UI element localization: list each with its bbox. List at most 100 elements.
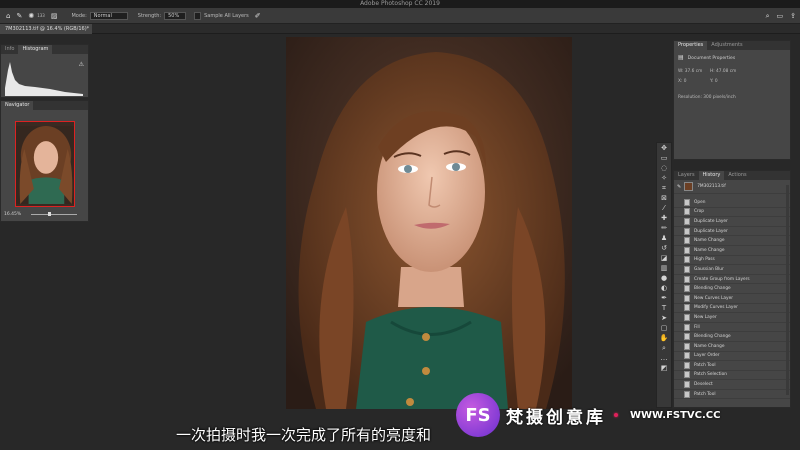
history-item[interactable]: New Layer xyxy=(674,313,790,323)
tab-info[interactable]: Info xyxy=(1,45,18,54)
zoom-slider-thumb[interactable] xyxy=(48,212,51,216)
search-icon[interactable]: ⌕ xyxy=(766,12,770,20)
history-item[interactable]: Open xyxy=(674,198,790,208)
history-step-icon xyxy=(684,361,690,369)
clone-stamp-icon[interactable]: ♟ xyxy=(657,233,671,243)
tab-properties[interactable]: Properties xyxy=(674,41,708,50)
history-item-label: Fill xyxy=(694,324,700,330)
home-icon[interactable]: ⌂ xyxy=(6,12,10,20)
history-item-label: Blending Change xyxy=(694,334,731,340)
frame-tool-icon[interactable]: ⊠ xyxy=(657,193,671,203)
snapshot-thumbnail xyxy=(684,182,694,191)
history-step-icon xyxy=(684,381,690,389)
mode-label: Mode: xyxy=(71,12,87,19)
history-item[interactable]: Patch Tool xyxy=(674,361,790,371)
histogram-panel: Info Histogram ⚠ xyxy=(0,44,89,98)
move-tool-icon[interactable]: ✥ xyxy=(657,143,671,153)
brush-preset-icon[interactable]: ✺ xyxy=(28,12,34,20)
history-item[interactable]: Blending Change xyxy=(674,332,790,342)
share-icon[interactable]: ⇪ xyxy=(790,12,796,20)
type-tool-icon[interactable]: T xyxy=(657,303,671,313)
quick-select-icon[interactable]: ✧ xyxy=(657,173,671,183)
navigator-thumbnail[interactable] xyxy=(15,121,75,207)
pressure-icon[interactable]: ✐ xyxy=(255,12,261,20)
history-item[interactable]: Modify Curves Layer xyxy=(674,304,790,314)
title-bar: Adobe Photoshop CC 2019 xyxy=(0,0,800,8)
history-item-label: Crop xyxy=(694,209,705,215)
history-item[interactable]: Duplicate Layer xyxy=(674,217,790,227)
watermark-dot xyxy=(614,413,618,417)
history-item[interactable]: Gaussian Blur xyxy=(674,265,790,275)
pen-tool-icon[interactable]: ✒ xyxy=(657,293,671,303)
document-tab[interactable]: 7M302113.tif @ 16.4% (RGB/16)* xyxy=(0,24,92,34)
tab-histogram[interactable]: Histogram xyxy=(18,45,53,54)
history-step-icon xyxy=(684,198,690,206)
history-item[interactable]: Patch Selection xyxy=(674,371,790,381)
workspace-icon[interactable]: ▭ xyxy=(777,12,784,20)
history-item[interactable]: Name Change xyxy=(674,246,790,256)
eyedropper-icon[interactable]: ⁄ xyxy=(657,203,671,213)
navigator-zoom[interactable]: 16.45% xyxy=(4,212,21,217)
dodge-tool-icon[interactable]: ◐ xyxy=(657,283,671,293)
tab-layers[interactable]: Layers xyxy=(674,171,699,180)
history-brush-icon[interactable]: ↺ xyxy=(657,243,671,253)
x-value[interactable]: X: 0 xyxy=(678,79,687,84)
brush-settings-icon[interactable]: ▨ xyxy=(51,12,58,20)
history-item-label: Name Change xyxy=(694,247,725,253)
history-item[interactable]: Crop xyxy=(674,208,790,218)
history-item[interactable]: Name Change xyxy=(674,342,790,352)
history-snapshot[interactable]: ✎ 7M302113.tif xyxy=(674,180,790,194)
sample-all-checkbox[interactable] xyxy=(194,11,202,20)
navigator-zoom-slider[interactable] xyxy=(31,214,77,215)
blur-tool-icon[interactable]: ● xyxy=(657,273,671,283)
history-item[interactable]: Name Change xyxy=(674,236,790,246)
portrait-photo xyxy=(286,37,572,409)
history-item-label: High Pass xyxy=(694,257,715,263)
history-step-icon xyxy=(684,342,690,350)
eraser-icon[interactable]: ◪ xyxy=(657,253,671,263)
warning-icon[interactable]: ⚠ xyxy=(79,61,84,69)
brush-tool-icon[interactable]: ✏ xyxy=(657,223,671,233)
history-item[interactable]: Duplicate Layer xyxy=(674,227,790,237)
lasso-tool-icon[interactable]: ◌ xyxy=(657,163,671,173)
document-properties-title: Document Properties xyxy=(687,55,736,61)
history-item[interactable]: Blending Change xyxy=(674,284,790,294)
tab-history[interactable]: History xyxy=(698,171,725,180)
history-brush-source-icon[interactable]: ✎ xyxy=(677,183,681,191)
history-item[interactable]: Fill xyxy=(674,323,790,333)
shape-tool-icon[interactable]: ▢ xyxy=(657,323,671,333)
height-value[interactable]: H: 47.08 cm xyxy=(710,69,736,74)
history-step-icon xyxy=(684,333,690,341)
strength-input[interactable]: 50% xyxy=(164,11,187,20)
history-item-label: Name Change xyxy=(694,238,725,244)
history-item[interactable]: Create Group from Layers xyxy=(674,275,790,285)
histogram-graph xyxy=(5,62,83,96)
history-item[interactable]: Layer Order xyxy=(674,352,790,362)
history-item-label: Deselect xyxy=(694,382,713,388)
mode-select[interactable]: Normal xyxy=(89,11,128,20)
history-scrollbar[interactable] xyxy=(786,185,789,395)
document-canvas[interactable] xyxy=(286,37,572,409)
color-swatches-icon[interactable]: ◩ xyxy=(657,363,671,373)
zoom-tool-icon[interactable]: ⌕ xyxy=(657,343,671,353)
patch-tool-icon[interactable]: ✎ xyxy=(16,12,22,20)
history-step-icon xyxy=(684,208,690,216)
watermark-logo: FS xyxy=(456,393,500,437)
y-value[interactable]: Y: 0 xyxy=(710,79,718,84)
history-item[interactable]: High Pass xyxy=(674,256,790,266)
tab-navigator[interactable]: Navigator xyxy=(1,101,34,110)
width-value[interactable]: W: 37.6 cm xyxy=(678,69,702,74)
more-tools-icon[interactable]: … xyxy=(657,353,671,363)
crop-tool-icon[interactable]: ⌗ xyxy=(657,183,671,193)
history-item[interactable]: Deselect xyxy=(674,380,790,390)
gradient-tool-icon[interactable]: ▥ xyxy=(657,263,671,273)
history-step-icon xyxy=(684,294,690,302)
history-item[interactable]: New Curves Layer xyxy=(674,294,790,304)
tab-actions[interactable]: Actions xyxy=(724,171,750,180)
marquee-tool-icon[interactable]: ▭ xyxy=(657,153,671,163)
path-select-icon[interactable]: ➤ xyxy=(657,313,671,323)
tab-adjustments[interactable]: Adjustments xyxy=(707,41,746,50)
healing-brush-icon[interactable]: ✚ xyxy=(657,213,671,223)
hand-tool-icon[interactable]: ✋ xyxy=(657,333,671,343)
history-panel: Layers History Actions ✎ 7M302113.tif Open… xyxy=(673,170,791,408)
